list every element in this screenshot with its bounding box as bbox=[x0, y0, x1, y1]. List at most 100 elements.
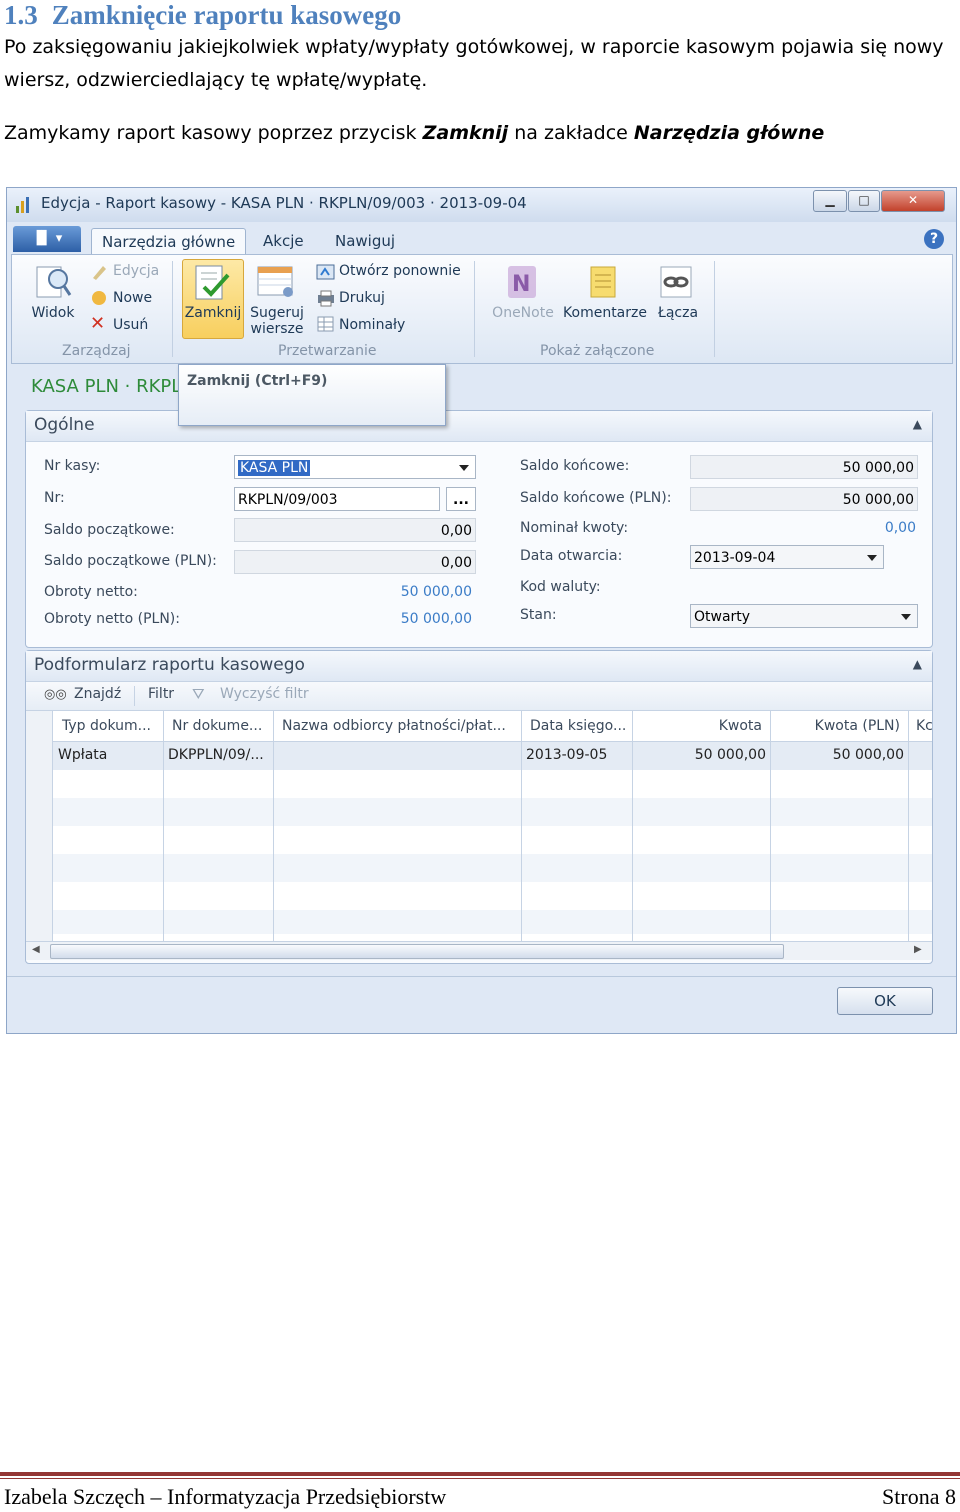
nominaly-icon bbox=[317, 316, 334, 332]
otworz-ponownie-button[interactable]: Otwórz ponownie bbox=[339, 263, 461, 279]
otworz-ponownie-icon bbox=[316, 264, 335, 280]
lines-grid: Typ dokum... Nr dokume... Nazwa odbiorcy… bbox=[26, 711, 933, 943]
chevron-down-icon[interactable] bbox=[901, 614, 911, 620]
nominaly-button[interactable]: Nominały bbox=[339, 317, 405, 333]
scroll-thumb[interactable] bbox=[50, 944, 784, 959]
group-pokaz-zalaczone: Pokaż załączone bbox=[540, 343, 655, 359]
nr-label: Nr: bbox=[44, 490, 65, 506]
footer-rule bbox=[0, 1472, 960, 1476]
sugeruj-wiersze-button[interactable]: Sugeruj wiersze bbox=[246, 305, 308, 337]
widok-button[interactable]: Widok bbox=[26, 305, 80, 321]
tab-akcje[interactable]: Akcje bbox=[253, 228, 314, 254]
svg-text:N: N bbox=[512, 272, 530, 297]
nr-kasy-field[interactable]: KASA PLN bbox=[234, 455, 476, 479]
group-przetwarzanie: Przetwarzanie bbox=[278, 343, 377, 359]
obroty-netto-link[interactable]: 50 000,00 bbox=[326, 584, 472, 600]
group-separator bbox=[474, 261, 475, 357]
footer-separator bbox=[7, 976, 956, 977]
nowe-icon bbox=[92, 291, 106, 305]
obroty-netto-pln-label: Obroty netto (PLN): bbox=[44, 611, 180, 627]
ribbon-tabs: ▐▌ ▾ Narzędzia główne Akcje Nawiguj ? bbox=[11, 224, 951, 255]
scroll-left-icon[interactable]: ◀ bbox=[32, 944, 40, 955]
tab-narzedzia-glowne[interactable]: Narzędzia główne bbox=[91, 228, 247, 255]
scroll-right-icon[interactable]: ▶ bbox=[914, 944, 922, 955]
maximize-button[interactable]: □ bbox=[848, 190, 880, 212]
filtr-button[interactable]: Filtr bbox=[148, 686, 174, 702]
znajdz-button[interactable]: Znajdź bbox=[74, 686, 121, 702]
nowe-button[interactable]: Nowe bbox=[113, 290, 152, 306]
minimize-button[interactable]: ▁ bbox=[813, 190, 847, 212]
ogolne-title: Ogólne bbox=[34, 415, 95, 435]
window-title: Edycja - Raport kasowy - KASA PLN · RKPL… bbox=[41, 194, 527, 212]
col-nr-dokumentu[interactable]: Nr dokume... bbox=[172, 718, 262, 734]
group-separator bbox=[714, 261, 715, 357]
widok-icon bbox=[36, 266, 72, 298]
title-bar: Edycja - Raport kasowy - KASA PLN · RKPL… bbox=[7, 188, 956, 222]
lacza-button[interactable]: Łącza bbox=[650, 305, 706, 321]
help-icon[interactable]: ? bbox=[924, 229, 944, 249]
edycja-button[interactable]: Edycja bbox=[113, 263, 159, 279]
podformularz-title: Podformularz raportu kasowego bbox=[34, 655, 305, 675]
komentarze-icon bbox=[590, 266, 616, 298]
nominal-kwoty-label: Nominał kwoty: bbox=[520, 520, 629, 536]
sugeruj-label-1: Sugeruj bbox=[250, 305, 304, 321]
row-data: 2013-09-05 bbox=[526, 747, 608, 763]
paragraph-1: Po zaksięgowaniu jakiejkolwiek wpłaty/wy… bbox=[4, 36, 944, 91]
col-kwota[interactable]: Kwota bbox=[642, 718, 762, 734]
col-kc[interactable]: Kc bbox=[916, 718, 933, 734]
stan-field[interactable]: Otwarty bbox=[690, 604, 918, 628]
ogolne-header[interactable]: Ogólne ▲ bbox=[26, 411, 932, 442]
chevron-down-icon[interactable] bbox=[867, 555, 877, 561]
paragraph-2-prefix: Zamykamy raport kasowy poprzez przycisk bbox=[4, 122, 423, 144]
footer-author: Izabela Szczęch – Informatyzacja Przedsi… bbox=[4, 1484, 447, 1509]
col-typ-dokumentu[interactable]: Typ dokum... bbox=[62, 718, 151, 734]
nominal-kwoty-link[interactable]: 0,00 bbox=[786, 520, 916, 536]
onenote-button[interactable]: OneNote bbox=[488, 305, 558, 321]
komentarze-button[interactable]: Komentarze bbox=[560, 305, 650, 321]
podformularz-header[interactable]: Podformularz raportu kasowego ▲ bbox=[26, 651, 932, 682]
row-selector-column bbox=[26, 711, 53, 943]
row-kwota: 50 000,00 bbox=[694, 747, 766, 763]
close-button[interactable]: ✕ bbox=[881, 190, 945, 212]
zamknij-tooltip: Zamknij (Ctrl+F9) bbox=[178, 364, 446, 426]
col-divider bbox=[163, 711, 164, 943]
sugeruj-wiersze-icon bbox=[257, 266, 293, 297]
nr-kasy-value: KASA PLN bbox=[238, 460, 311, 476]
footer-rule-thin bbox=[0, 1478, 960, 1479]
section-title: Zamknięcie raportu kasowego bbox=[51, 0, 402, 30]
drukuj-button[interactable]: Drukuj bbox=[339, 290, 385, 306]
nr-field[interactable]: RKPLN/09/003 bbox=[234, 487, 440, 511]
edycja-icon bbox=[93, 266, 106, 280]
obroty-netto-pln-link[interactable]: 50 000,00 bbox=[326, 611, 472, 627]
toolbar-separator bbox=[134, 686, 135, 706]
clear-filter-icon: ⛛ bbox=[192, 685, 205, 703]
paragraph-2-mid: na zakładce bbox=[508, 122, 634, 144]
row-nr: DKPPLN/09/... bbox=[168, 747, 264, 763]
data-otwarcia-field[interactable]: 2013-09-04 bbox=[690, 545, 884, 569]
horizontal-scrollbar[interactable]: ◀ ▶ bbox=[26, 941, 932, 960]
nr-assist-button[interactable]: ... bbox=[446, 487, 476, 511]
table-row[interactable]: Wpłata DKPPLN/09/... 2013-09-05 50 000,0… bbox=[26, 742, 932, 770]
saldo-koncowe-pln-label: Saldo końcowe (PLN): bbox=[520, 490, 672, 506]
col-nazwa-odbiorcy[interactable]: Nazwa odbiorcy płatności/płat... bbox=[282, 718, 506, 734]
group-zarzadzaj: Zarządzaj bbox=[62, 343, 131, 359]
app-menu-button[interactable]: ▐▌ ▾ bbox=[13, 226, 81, 252]
collapse-icon[interactable]: ▲ bbox=[913, 657, 922, 671]
sugeruj-label-2: wiersze bbox=[250, 321, 304, 337]
chevron-down-icon[interactable] bbox=[459, 465, 469, 471]
row-kwota-pln: 50 000,00 bbox=[832, 747, 904, 763]
collapse-icon[interactable]: ▲ bbox=[913, 417, 922, 431]
usun-button[interactable]: Usuń bbox=[113, 317, 148, 333]
saldo-koncowe-value: 50 000,00 bbox=[690, 455, 918, 479]
obroty-netto-label: Obroty netto: bbox=[44, 584, 138, 600]
stan-value: Otwarty bbox=[694, 609, 751, 625]
saldo-poczatkowe-pln-label: Saldo początkowe (PLN): bbox=[44, 553, 217, 569]
col-data-ksiegowania[interactable]: Data księgo... bbox=[530, 718, 626, 734]
ribbon: Widok Edycja Nowe ✕ Usuń Zarządzaj Zamkn… bbox=[11, 254, 953, 364]
wyczysc-filtr-button[interactable]: Wyczyść filtr bbox=[220, 686, 309, 702]
tab-nawiguj[interactable]: Nawiguj bbox=[325, 228, 405, 254]
zamknij-button[interactable]: Zamknij bbox=[182, 305, 244, 321]
ok-button[interactable]: OK bbox=[837, 987, 933, 1015]
empty-row-band bbox=[26, 798, 932, 826]
col-kwota-pln[interactable]: Kwota (PLN) bbox=[778, 718, 900, 734]
